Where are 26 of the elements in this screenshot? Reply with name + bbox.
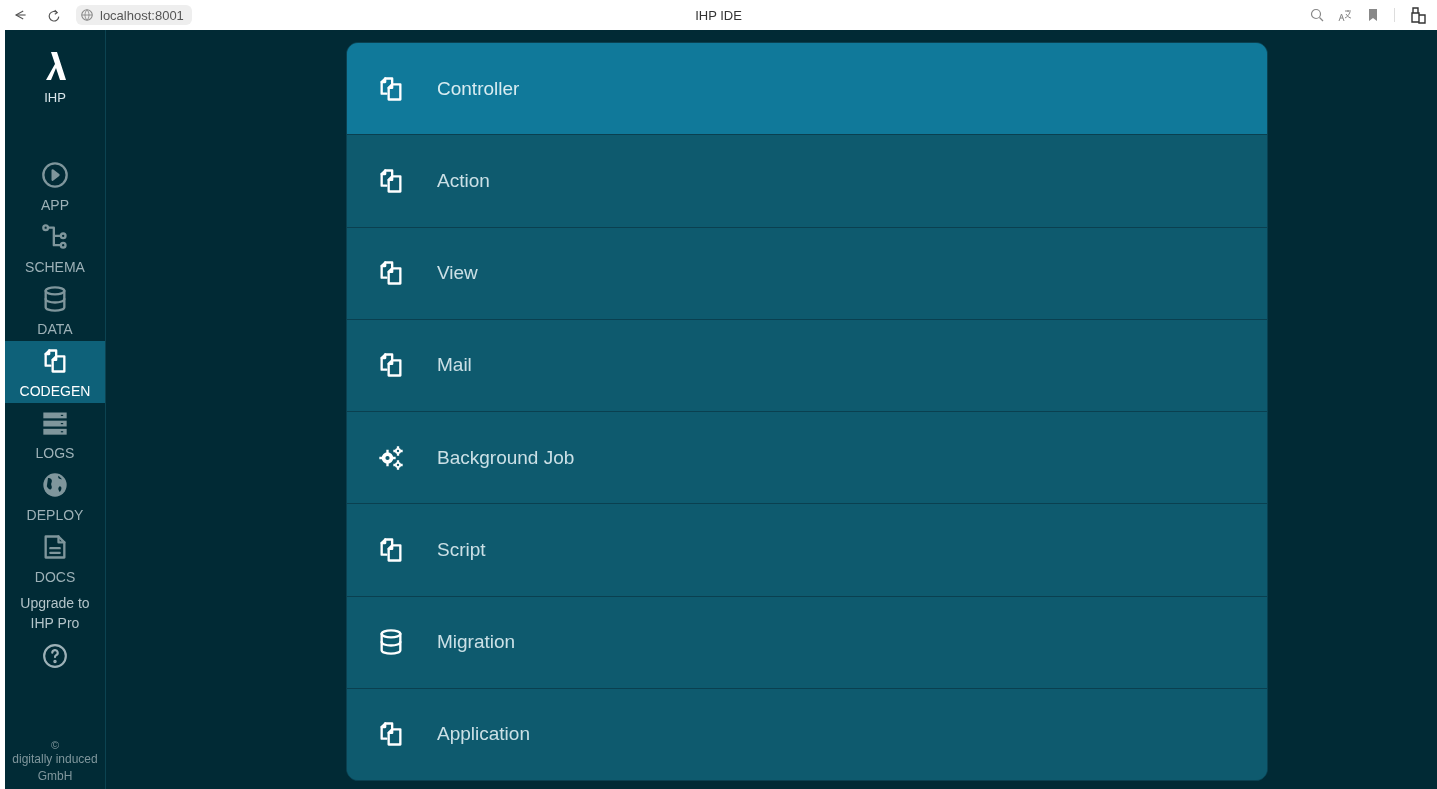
logo-label: IHP [44,90,66,105]
sidebar-nav-item[interactable]: APP [5,155,105,217]
gears-icon [377,443,405,472]
translate-icon[interactable] [1338,8,1352,22]
footer-text: digitally induced GmbH [11,751,99,785]
zoom-icon[interactable] [1310,8,1324,22]
address-bar[interactable]: localhost:8001 [76,5,192,25]
sidebar-nav-item[interactable]: DEPLOY [5,465,105,527]
play-circle-icon [41,161,69,189]
sidebar-nav-item[interactable]: CODEGEN [5,341,105,403]
lambda-logo-icon [44,50,66,80]
sidebar-nav-item[interactable]: LOGS [5,403,105,465]
sidebar-nav-item[interactable]: DOCS [5,527,105,589]
reload-icon[interactable] [46,7,62,23]
sidebar-nav-item[interactable]: DATA [5,279,105,341]
collections-icon[interactable] [1409,6,1427,24]
globe-icon [41,471,69,499]
page-title: IHP IDE [695,7,742,23]
globe-icon [80,8,94,22]
upgrade-link[interactable]: Upgrade to IHP Pro [5,593,105,633]
branch-icon [41,223,69,251]
copyright-symbol: © [50,739,60,751]
help-icon[interactable] [42,643,68,669]
sidebar-nav-item[interactable]: SCHEMA [5,217,105,279]
bookmark-icon[interactable] [1366,8,1380,22]
generator-item[interactable]: Controller [347,43,1267,136]
